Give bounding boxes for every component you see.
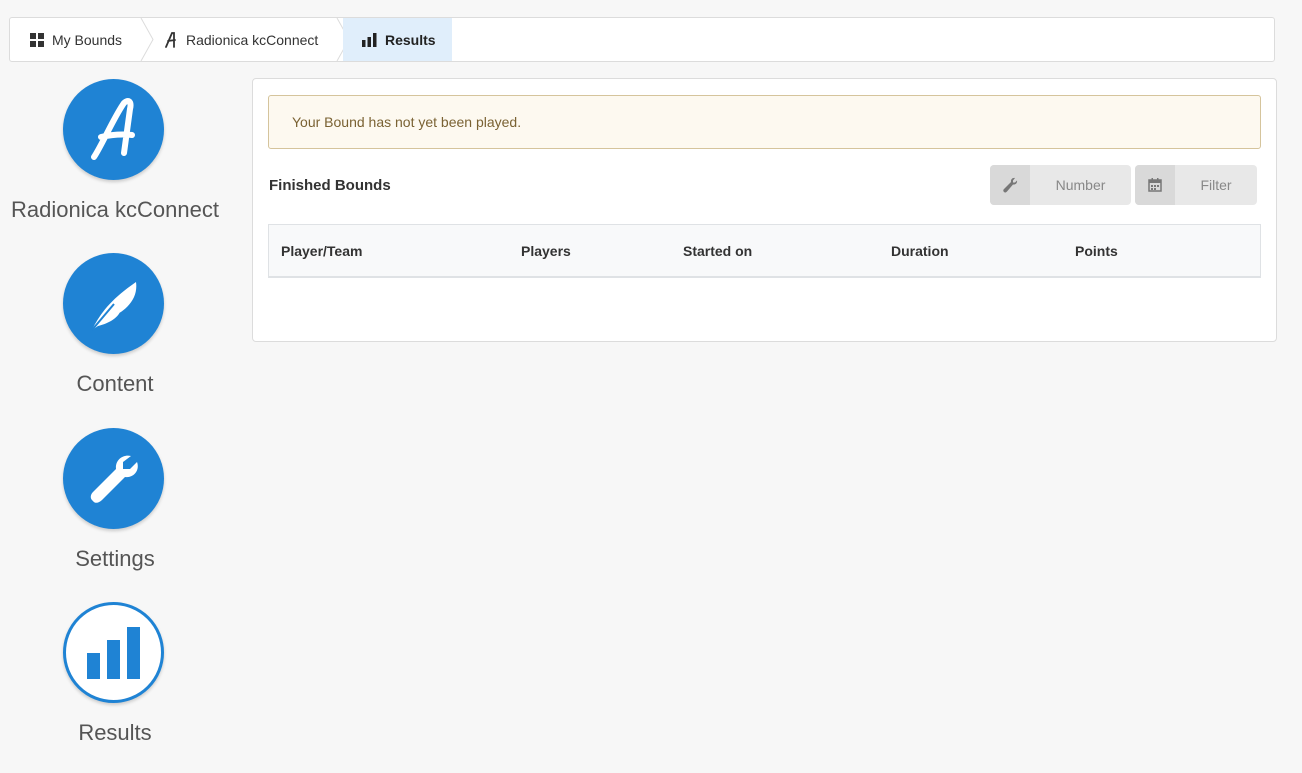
filter-button[interactable]: Filter [1135, 165, 1257, 205]
column-header-points[interactable]: Points [1075, 225, 1118, 277]
wrench-icon [63, 428, 164, 529]
bound-logo-icon [63, 79, 164, 180]
breadcrumb-my-bounds[interactable]: My Bounds [30, 18, 122, 61]
finished-bounds-table: Player/Team Players Started on Duration … [268, 224, 1261, 278]
quill-icon [63, 253, 164, 354]
column-header-started-on[interactable]: Started on [683, 225, 752, 277]
breadcrumb: My Bounds Radionica kcConnect Results [9, 17, 1275, 62]
sidebar-item-content[interactable]: Content [0, 253, 230, 403]
bar-chart-icon [362, 32, 377, 47]
sort-number-button[interactable]: Number [990, 165, 1131, 205]
column-header-players[interactable]: Players [521, 225, 571, 277]
sidebar-item-results[interactable]: Results [0, 602, 230, 752]
sidebar-item-settings[interactable]: Settings [0, 428, 230, 578]
grid-icon [30, 32, 44, 47]
bound-logo-icon [164, 31, 178, 48]
button-label: Number [1055, 177, 1106, 193]
breadcrumb-label: Results [385, 31, 436, 48]
column-header-player-team[interactable]: Player/Team [281, 225, 362, 277]
sidebar-item-label: Settings [75, 546, 155, 571]
bar-chart-icon [63, 602, 164, 703]
breadcrumb-label: My Bounds [52, 31, 123, 48]
not-played-alert: Your Bound has not yet been played. [268, 95, 1261, 149]
breadcrumb-results[interactable]: Results [343, 18, 452, 61]
breadcrumb-label: Radionica kcConnect [186, 31, 319, 48]
breadcrumb-separator [140, 18, 154, 61]
sidebar-item-label: Content [76, 371, 154, 396]
sidebar-item-bound[interactable]: Radionica kcConnect [0, 79, 230, 229]
button-label: Filter [1200, 177, 1232, 193]
calendar-icon [1135, 165, 1175, 205]
sidebar-item-label: Results [78, 720, 152, 745]
breadcrumb-bound[interactable]: Radionica kcConnect [164, 18, 318, 61]
results-panel: Your Bound has not yet been played. Fini… [252, 78, 1277, 342]
sidebar-item-label: Radionica kcConnect [11, 197, 219, 222]
column-header-duration[interactable]: Duration [891, 225, 949, 277]
section-title: Finished Bounds [269, 177, 391, 194]
wrench-icon [990, 165, 1030, 205]
